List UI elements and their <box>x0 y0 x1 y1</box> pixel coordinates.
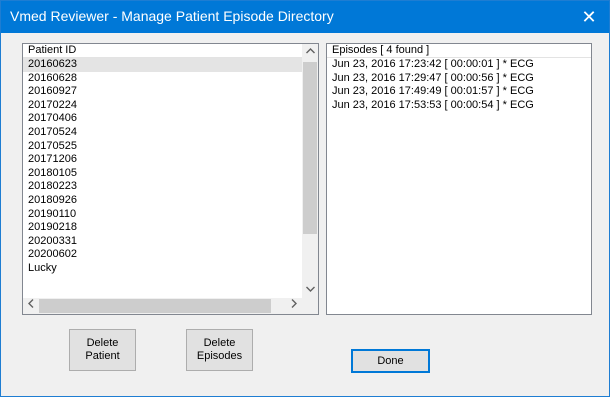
patient-list-item[interactable]: 20170224 <box>23 99 318 113</box>
scrollbar-corner <box>302 298 318 314</box>
patient-list-rows: 20160623 20160628 20160927 20170224 20170406… <box>23 58 318 276</box>
patient-list-item[interactable]: 20171206 <box>23 153 318 167</box>
patient-listbox[interactable]: Patient ID 20160623 20160628 20160927 20170… <box>22 43 319 315</box>
patient-list-item[interactable]: 20170524 <box>23 126 318 140</box>
episode-list-item[interactable]: Jun 23, 2016 17:49:49 [ 00:01:57 ] * ECG <box>327 85 591 99</box>
patient-list-item[interactable]: 20160628 <box>23 72 318 86</box>
patient-list-item[interactable]: 20190110 <box>23 208 318 222</box>
dialog-body: Patient ID 20160623 20160628 20160927 20170… <box>1 33 609 396</box>
episodes-list-rows: Jun 23, 2016 17:23:42 [ 00:00:01 ] * ECG… <box>327 58 591 112</box>
patient-list-item[interactable]: 20200331 <box>23 235 318 249</box>
episode-list-item[interactable]: Jun 23, 2016 17:23:42 [ 00:00:01 ] * ECG <box>327 58 591 72</box>
episode-list-item[interactable]: Jun 23, 2016 17:53:53 [ 00:00:54 ] * ECG <box>327 99 591 113</box>
episodes-list-header: Episodes [ 4 found ] <box>327 44 591 58</box>
patient-list-item[interactable]: 20180105 <box>23 167 318 181</box>
chevron-left-icon[interactable] <box>23 298 39 314</box>
delete-episodes-button[interactable]: Delete Episodes <box>186 329 253 371</box>
done-button[interactable]: Done <box>351 349 430 373</box>
delete-patient-button[interactable]: Delete Patient <box>69 329 136 371</box>
chevron-up-icon[interactable] <box>302 44 318 60</box>
patient-hscroll-thumb[interactable] <box>39 299 271 313</box>
close-icon[interactable]: ✕ <box>569 1 609 33</box>
patient-vertical-scrollbar[interactable] <box>302 44 318 298</box>
patient-vscroll-thumb[interactable] <box>303 62 317 234</box>
episodes-listbox[interactable]: Episodes [ 4 found ] Jun 23, 2016 17:23:… <box>326 43 592 315</box>
patient-list-item[interactable]: Lucky <box>23 262 318 276</box>
chevron-down-icon[interactable] <box>302 282 318 298</box>
chevron-right-icon[interactable] <box>286 298 302 314</box>
patient-list-item[interactable]: 20180223 <box>23 180 318 194</box>
patient-horizontal-scrollbar[interactable] <box>23 298 302 314</box>
patient-list-item[interactable]: 20190218 <box>23 221 318 235</box>
title-bar[interactable]: Vmed Reviewer - Manage Patient Episode D… <box>1 1 609 33</box>
window-title: Vmed Reviewer - Manage Patient Episode D… <box>10 8 334 24</box>
patient-list-item[interactable]: 20160927 <box>23 85 318 99</box>
patient-list-item[interactable]: 20180926 <box>23 194 318 208</box>
patient-list-item[interactable]: 20200602 <box>23 248 318 262</box>
dialog-window: Vmed Reviewer - Manage Patient Episode D… <box>0 0 610 397</box>
patient-list-item[interactable]: 20170406 <box>23 112 318 126</box>
patient-list-item[interactable]: 20160623 <box>23 58 318 72</box>
patient-list-item[interactable]: 20170525 <box>23 140 318 154</box>
patient-list-header: Patient ID <box>23 44 318 58</box>
episode-list-item[interactable]: Jun 23, 2016 17:29:47 [ 00:00:56 ] * ECG <box>327 72 591 86</box>
